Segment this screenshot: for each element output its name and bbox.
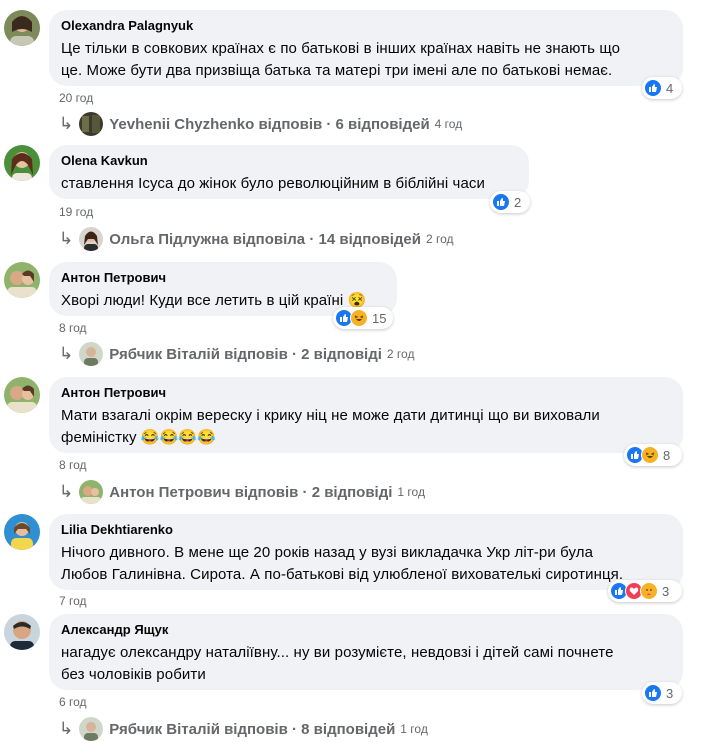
view-replies-link[interactable]: ↳ Антон Петрович відповів · 2 відповіді … (59, 479, 425, 505)
reaction-summary[interactable]: 4 (642, 77, 682, 99)
reaction-summary[interactable]: 15 (333, 307, 393, 329)
haha-icon (350, 309, 368, 327)
reply-time: 4 год (434, 117, 463, 131)
reply-author: Рябчик Віталій відповів (109, 720, 288, 738)
reaction-summary[interactable]: 3 (608, 580, 682, 602)
comment-time[interactable]: 6 год (59, 695, 87, 709)
comment-bubble: Александр Ящук нагадує олександру наталі… (49, 614, 683, 690)
reply-author: Антон Петрович відповів (109, 483, 299, 501)
comment-author[interactable]: Антон Петрович (61, 385, 671, 401)
view-replies-link[interactable]: ↳ Рябчик Віталій відповів · 2 відповіді … (59, 341, 414, 367)
reply-author: Ольга Підлужна відповіла (109, 230, 306, 248)
comment-text-line: феміністку 😂😂😂😂 (61, 429, 216, 446)
comment-bubble: Антон Петрович Мати взагалі окрім вереск… (49, 377, 683, 453)
reply-count: 6 відповідей (335, 115, 430, 133)
comment-author[interactable]: Антон Петрович (61, 270, 385, 286)
comment-text-line: Нічого дивного. В мене ще 20 років назад… (61, 544, 594, 561)
comment-text-line: без чоловіків робити (61, 666, 206, 683)
reply-avatar (79, 717, 104, 741)
reply-time: 2 год (386, 347, 415, 361)
reply-avatar (79, 342, 104, 366)
comment-time[interactable]: 20 год (59, 91, 93, 105)
reply-time: 2 год (425, 232, 454, 246)
avatar[interactable] (4, 145, 40, 181)
comment-time[interactable]: 19 год (59, 205, 93, 219)
comment-text-line: це. Може бути два призвіща батька та мат… (61, 62, 613, 79)
reply-arrow-icon: ↳ (59, 344, 74, 363)
comment-bubble: Olexandra Palagnyuk Це тільки в совкових… (49, 10, 683, 86)
reaction-count: 15 (372, 310, 387, 326)
reaction-count: 3 (662, 583, 670, 599)
reply-time: 1 год (397, 485, 425, 499)
comment-time[interactable]: 7 год (59, 594, 87, 608)
view-replies-link[interactable]: ↳ Рябчик Віталій відповів · 8 відповідей… (59, 716, 428, 742)
comment-text-line: нагадує олександру наталіївну... ну ви р… (61, 644, 614, 661)
reaction-summary[interactable]: 2 (490, 191, 530, 213)
comment-text-line: ставлення Ісуса до жінок було революційн… (61, 175, 485, 192)
avatar[interactable] (4, 377, 40, 413)
comment-time[interactable]: 8 год (59, 458, 87, 472)
avatar[interactable] (4, 614, 40, 650)
avatar[interactable] (4, 262, 40, 298)
reply-avatar (79, 480, 104, 504)
reply-sep: · (287, 720, 302, 738)
reply-count: 8 відповідей (301, 720, 396, 738)
reply-sep: · (305, 230, 319, 248)
comment-time[interactable]: 8 год (59, 321, 87, 335)
reply-sep: · (322, 115, 336, 133)
view-replies-link[interactable]: ↳ Yevhenii Chyzhenko відповів · 6 відпов… (59, 111, 462, 137)
avatar[interactable] (4, 514, 40, 550)
view-replies-link[interactable]: ↳ Ольга Підлужна відповіла · 14 відповід… (59, 226, 454, 252)
reaction-count: 2 (514, 194, 522, 210)
like-icon (644, 684, 662, 702)
reaction-count: 3 (666, 685, 674, 701)
comment-text-line: Мати взагалі окрім вереску і крику ніц н… (61, 407, 600, 424)
like-icon (644, 79, 662, 97)
reply-arrow-icon: ↳ (59, 719, 74, 738)
reply-avatar (79, 112, 104, 136)
comment-bubble: Olena Kavkun ставлення Ісуса до жінок бу… (49, 145, 529, 199)
care-icon (640, 582, 658, 600)
reaction-summary[interactable]: 8 (624, 444, 682, 466)
reply-count: 14 відповідей (318, 230, 421, 248)
comment-author[interactable]: Lilia Dekhtiarenko (61, 522, 671, 538)
reply-author: Рябчик Віталій відповів (109, 345, 288, 363)
comment-author[interactable]: Olexandra Palagnyuk (61, 18, 671, 34)
reply-arrow-icon: ↳ (59, 114, 74, 133)
like-icon (492, 193, 510, 211)
comment-author[interactable]: Olena Kavkun (61, 153, 517, 169)
reply-arrow-icon: ↳ (59, 482, 74, 501)
reply-author: Yevhenii Chyzhenko відповів (109, 115, 323, 133)
avatar[interactable] (4, 10, 40, 46)
reply-count: 2 відповіді (311, 483, 393, 501)
reply-arrow-icon: ↳ (59, 229, 74, 248)
reply-avatar (79, 227, 104, 251)
comment-bubble: Lilia Dekhtiarenko Нічого дивного. В мен… (49, 514, 683, 590)
reply-sep: · (287, 345, 302, 363)
haha-icon (641, 446, 659, 464)
reply-sep: · (298, 483, 312, 501)
reaction-summary[interactable]: 3 (642, 682, 682, 704)
reply-count: 2 відповіді (301, 345, 382, 363)
reply-time: 1 год (400, 722, 428, 736)
comment-text-line: Це тільки в совкових країнах є по батько… (61, 40, 621, 57)
reaction-count: 4 (666, 80, 674, 96)
comment-author[interactable]: Александр Ящук (61, 622, 671, 638)
reaction-count: 8 (663, 447, 671, 463)
comment-text-line: Любов Галинівна. Сирота. А по-батькові в… (61, 566, 624, 583)
